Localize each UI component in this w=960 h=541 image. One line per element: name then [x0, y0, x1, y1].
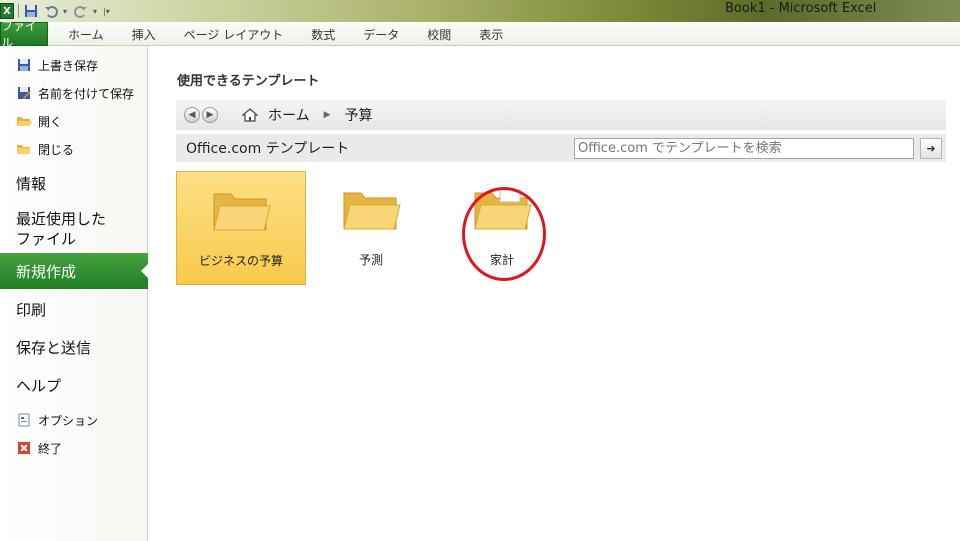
menu-recent-line2: ファイル	[16, 230, 77, 248]
tab-insert[interactable]: 挿入	[118, 22, 170, 46]
breadcrumb-home[interactable]: ホーム	[268, 105, 310, 125]
redo-dropdown-icon[interactable]: ▾	[93, 7, 97, 16]
tab-review[interactable]: 校閲	[413, 22, 465, 46]
template-tile-forecast[interactable]: 予測	[306, 171, 436, 285]
template-label: 予測	[358, 253, 383, 267]
template-nav-bar: ◀ ▶ ホーム ▶ 予算	[176, 100, 946, 130]
template-tile-business-budget[interactable]: ビジネスの予算	[176, 171, 306, 285]
redo-icon[interactable]	[73, 3, 89, 19]
exit-icon	[16, 440, 32, 456]
customize-qat-icon[interactable]: |▾	[103, 7, 110, 16]
undo-dropdown-icon[interactable]: ▾	[63, 7, 67, 16]
menu-new-label: 新規作成	[16, 262, 77, 281]
options-command[interactable]: オプション	[0, 407, 147, 433]
open-command-label: 開く	[38, 114, 63, 129]
back-icon[interactable]: ◀	[184, 107, 200, 123]
menu-recent-line1: 最近使用した	[16, 210, 107, 228]
menu-recent-files[interactable]: 最近使用した ファイル	[0, 209, 147, 249]
save-command-label: 上書き保存	[38, 58, 99, 73]
close-folder-icon	[16, 141, 32, 157]
tab-page-layout[interactable]: ページ レイアウト	[170, 22, 298, 46]
ribbon-tab-bar: ファイル ホーム 挿入 ページ レイアウト 数式 データ 校閲 表示	[0, 19, 960, 50]
menu-new[interactable]: 新規作成	[0, 253, 149, 289]
tab-formulas[interactable]: 数式	[297, 22, 349, 46]
exit-command[interactable]: 終了	[0, 435, 147, 461]
save-as-icon	[16, 85, 32, 101]
open-folder-icon	[16, 113, 32, 129]
templates-pane: 使用できるテンプレート ◀ ▶ ホーム ▶ 予算 Office.com テンプレ…	[149, 46, 960, 541]
forward-icon[interactable]: ▶	[202, 107, 218, 123]
home-icon[interactable]	[242, 107, 260, 123]
menu-info[interactable]: 情報	[0, 174, 147, 194]
tab-data[interactable]: データ	[349, 22, 413, 46]
office-com-bar: Office.com テンプレート ➜	[176, 134, 946, 162]
save-as-command[interactable]: 名前を付けて保存	[0, 80, 147, 106]
options-command-label: オプション	[38, 413, 99, 428]
active-indicator-arrow	[141, 263, 149, 279]
qat-separator	[18, 4, 19, 18]
title-bar: X ▾ ▾ |▾ Book1 - Microsoft Excel	[0, 0, 960, 22]
ribbon-tabs: ホーム 挿入 ページ レイアウト 数式 データ 校閲 表示	[54, 22, 517, 46]
save-icon	[16, 57, 32, 73]
tab-home[interactable]: ホーム	[54, 22, 118, 46]
save-command[interactable]: 上書き保存	[0, 52, 147, 78]
highlight-circle	[462, 187, 546, 281]
options-icon	[16, 412, 32, 428]
close-command[interactable]: 閉じる	[0, 136, 147, 162]
close-command-label: 閉じる	[38, 142, 75, 157]
template-label: ビジネスの予算	[198, 254, 283, 268]
folder-icon	[213, 193, 271, 231]
exit-command-label: 終了	[38, 441, 63, 456]
open-command[interactable]: 開く	[0, 108, 147, 134]
breadcrumb-current: 予算	[344, 108, 373, 124]
save-as-command-label: 名前を付けて保存	[38, 86, 135, 101]
search-go-icon[interactable]: ➜	[920, 138, 942, 159]
template-search-input[interactable]	[574, 138, 914, 159]
menu-help[interactable]: ヘルプ	[0, 376, 147, 396]
breadcrumb-separator-icon: ▶	[323, 110, 331, 120]
office-com-label: Office.com テンプレート	[186, 141, 350, 157]
folder-icon	[343, 192, 401, 230]
tab-file[interactable]: ファイル	[0, 19, 48, 50]
section-title: 使用できるテンプレート	[177, 74, 320, 89]
menu-save-send[interactable]: 保存と送信	[0, 338, 147, 358]
window-title: Book1 - Microsoft Excel	[725, 1, 877, 16]
tab-view[interactable]: 表示	[465, 22, 517, 46]
menu-print[interactable]: 印刷	[0, 300, 147, 320]
backstage-sidebar: 上書き保存 名前を付けて保存 開く 閉じる 情報 最近使用した ファイル 新規作…	[0, 46, 149, 541]
